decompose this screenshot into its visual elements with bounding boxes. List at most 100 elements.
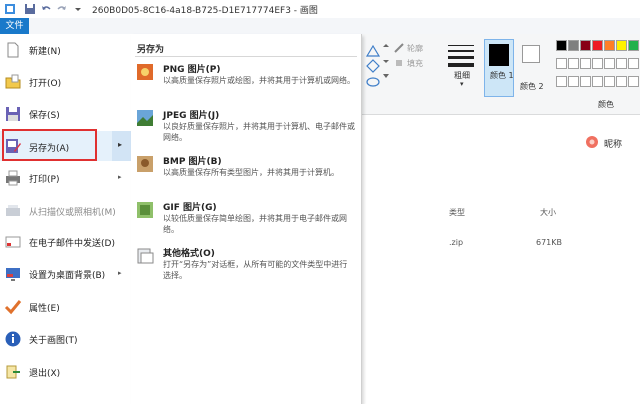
palette-swatch[interactable] — [556, 58, 567, 69]
menu-item-properties[interactable]: 属性(E) — [0, 294, 131, 320]
save-as-item-desc: 以高质量保存照片或绘图，并将其用于计算机或网络。 — [163, 76, 355, 85]
save-as-bmp[interactable]: BMP 图片(B) 以高质量保存所有类型图片，并将其用于计算机。 — [131, 153, 361, 199]
save-as-png[interactable]: PNG 图片(P) 以高质量保存照片或绘图，并将其用于计算机或网络。 — [131, 61, 361, 107]
desktop-background-icon — [6, 268, 20, 281]
png-image-icon — [137, 64, 153, 80]
menu-item-about[interactable]: 关于画图(T) — [0, 326, 131, 352]
outline-icon — [394, 43, 404, 53]
palette-swatch[interactable] — [628, 58, 639, 69]
palette-swatch[interactable] — [556, 76, 567, 87]
menu-item-label: 退出(X) — [29, 369, 61, 379]
outline-label[interactable]: 轮廓 — [407, 43, 423, 54]
palette-swatch[interactable] — [616, 40, 627, 51]
palette-swatch[interactable] — [592, 58, 603, 69]
save-floppy-icon — [6, 107, 20, 121]
palette-swatch[interactable] — [592, 76, 603, 87]
printer-icon — [6, 170, 20, 186]
save-as-submenu-arrow[interactable]: ▸ — [112, 131, 131, 161]
colors-group-label: 颜色 — [598, 100, 614, 109]
scanner-icon — [6, 205, 20, 216]
other-formats-icon — [137, 248, 154, 264]
menu-item-save[interactable]: 保存(S) — [0, 101, 131, 127]
save-as-gif[interactable]: GIF 图片(G) 以较低质量保存简单绘图，并将其用于电子邮件或网络。 — [131, 199, 361, 245]
paint-app-icon — [5, 4, 15, 14]
palette-swatch[interactable] — [616, 76, 627, 87]
size-dropdown-icon[interactable]: ▾ — [460, 80, 464, 88]
palette-swatch[interactable] — [616, 58, 627, 69]
palette-swatch[interactable] — [604, 76, 615, 87]
gif-image-icon — [137, 202, 153, 218]
palette-swatch[interactable] — [580, 58, 591, 69]
palette-swatch[interactable] — [604, 40, 615, 51]
avatar-icon — [586, 136, 598, 148]
menu-item-label: 属性(E) — [29, 304, 60, 314]
quick-access-dropdown-icon[interactable] — [72, 3, 84, 15]
menu-item-print[interactable]: 打印(P) ▸ — [0, 165, 131, 191]
color1-swatch — [489, 44, 509, 66]
file-type-cell: .zip — [449, 238, 464, 247]
checkmark-icon — [4, 300, 22, 315]
redo-icon[interactable] — [56, 3, 68, 15]
color2-label: 颜色 2 — [520, 82, 544, 91]
shapes-scroll-icon[interactable] — [382, 42, 390, 82]
email-icon — [5, 236, 21, 248]
menu-item-email[interactable]: 在电子邮件中发送(D) — [0, 229, 131, 255]
palette-swatch[interactable] — [556, 40, 567, 51]
save-as-submenu: 另存为 PNG 图片(P) 以高质量保存照片或绘图，并将其用于计算机或网络。 J… — [131, 34, 362, 404]
type-column-header: 类型 — [449, 208, 465, 217]
shapes-gallery-icon[interactable] — [364, 42, 384, 102]
color1-label: 颜色 1 — [490, 71, 514, 80]
color2-button[interactable]: 颜色 2 — [518, 39, 548, 97]
divider — [135, 56, 357, 57]
save-as-item-desc: 以高质量保存所有类型图片，并将其用于计算机。 — [163, 168, 339, 177]
menu-item-exit[interactable]: 退出(X) — [0, 359, 131, 385]
palette-swatch[interactable] — [592, 40, 603, 51]
size-lines-icon — [448, 45, 474, 67]
palette-swatch[interactable] — [604, 58, 615, 69]
menu-item-label: 关于画图(T) — [29, 336, 78, 346]
color1-button[interactable]: 颜色 1 — [484, 39, 514, 97]
save-as-jpeg[interactable]: JPEG 图片(J) 以良好质量保存照片，并将其用于计算机、电子邮件或网络。 — [131, 107, 361, 153]
jpeg-image-icon — [137, 110, 153, 126]
menu-item-label: 设置为桌面背景(B) — [29, 271, 106, 281]
save-as-other-formats[interactable]: 其他格式(O) 打开“另存为”对话框，从所有可能的文件类型中进行选择。 — [131, 245, 361, 291]
menu-item-label: 保存(S) — [29, 111, 60, 121]
menu-item-label: 在电子邮件中发送(D) — [29, 239, 115, 249]
palette-swatch[interactable] — [580, 40, 591, 51]
exit-icon — [6, 365, 20, 379]
menu-item-label: 打开(O) — [29, 79, 62, 89]
palette-swatch[interactable] — [568, 58, 579, 69]
menu-item-set-wallpaper[interactable]: 设置为桌面背景(B) ▸ — [0, 261, 131, 287]
color-palette — [556, 40, 640, 100]
undo-icon[interactable] — [40, 3, 52, 15]
palette-swatch[interactable] — [628, 40, 639, 51]
save-as-item-title: GIF 图片(G) — [163, 203, 217, 213]
save-as-item-desc: 以良好质量保存照片，并将其用于计算机、电子邮件或网络。 — [163, 122, 355, 142]
save-quick-icon[interactable] — [24, 3, 36, 15]
chevron-right-icon: ▸ — [118, 269, 122, 277]
color2-swatch — [522, 45, 540, 63]
menu-item-label: 打印(P) — [29, 175, 60, 185]
save-as-item-title: 其他格式(O) — [163, 249, 215, 259]
window-title: 260B0D05-8C16-4a18-B725-D1E717774EF3 - 画… — [92, 6, 318, 16]
save-as-item-desc: 打开“另存为”对话框，从所有可能的文件类型中进行选择。 — [163, 260, 348, 280]
annotation-highlight-box — [2, 129, 97, 161]
file-tab[interactable]: 文件 — [0, 18, 29, 34]
palette-swatch[interactable] — [580, 76, 591, 87]
palette-swatch[interactable] — [568, 40, 579, 51]
palette-swatch[interactable] — [628, 76, 639, 87]
bmp-image-icon — [137, 156, 153, 172]
menu-item-new[interactable]: 新建(N) — [0, 37, 131, 63]
ribbon-tab-bar — [0, 18, 640, 35]
submenu-title: 另存为 — [137, 45, 165, 55]
menu-item-scanner[interactable]: 从扫描仪或照相机(M) — [0, 198, 131, 224]
size-column-header: 大小 — [540, 208, 556, 217]
chevron-right-icon: ▸ — [118, 173, 122, 181]
file-menu: 新建(N) 打开(O) 保存(S) 另存为(A) ▸ 打印(P) ▸ 从扫描仪或… — [0, 34, 132, 404]
open-folder-icon — [5, 74, 21, 89]
fill-label[interactable]: 填充 — [407, 58, 423, 69]
menu-item-open[interactable]: 打开(O) — [0, 69, 131, 95]
ribbon: 轮廓 填充 粗细 ▾ 颜色 1 颜色 2 颜色 — [360, 34, 640, 115]
new-file-icon — [7, 42, 19, 58]
palette-swatch[interactable] — [568, 76, 579, 87]
